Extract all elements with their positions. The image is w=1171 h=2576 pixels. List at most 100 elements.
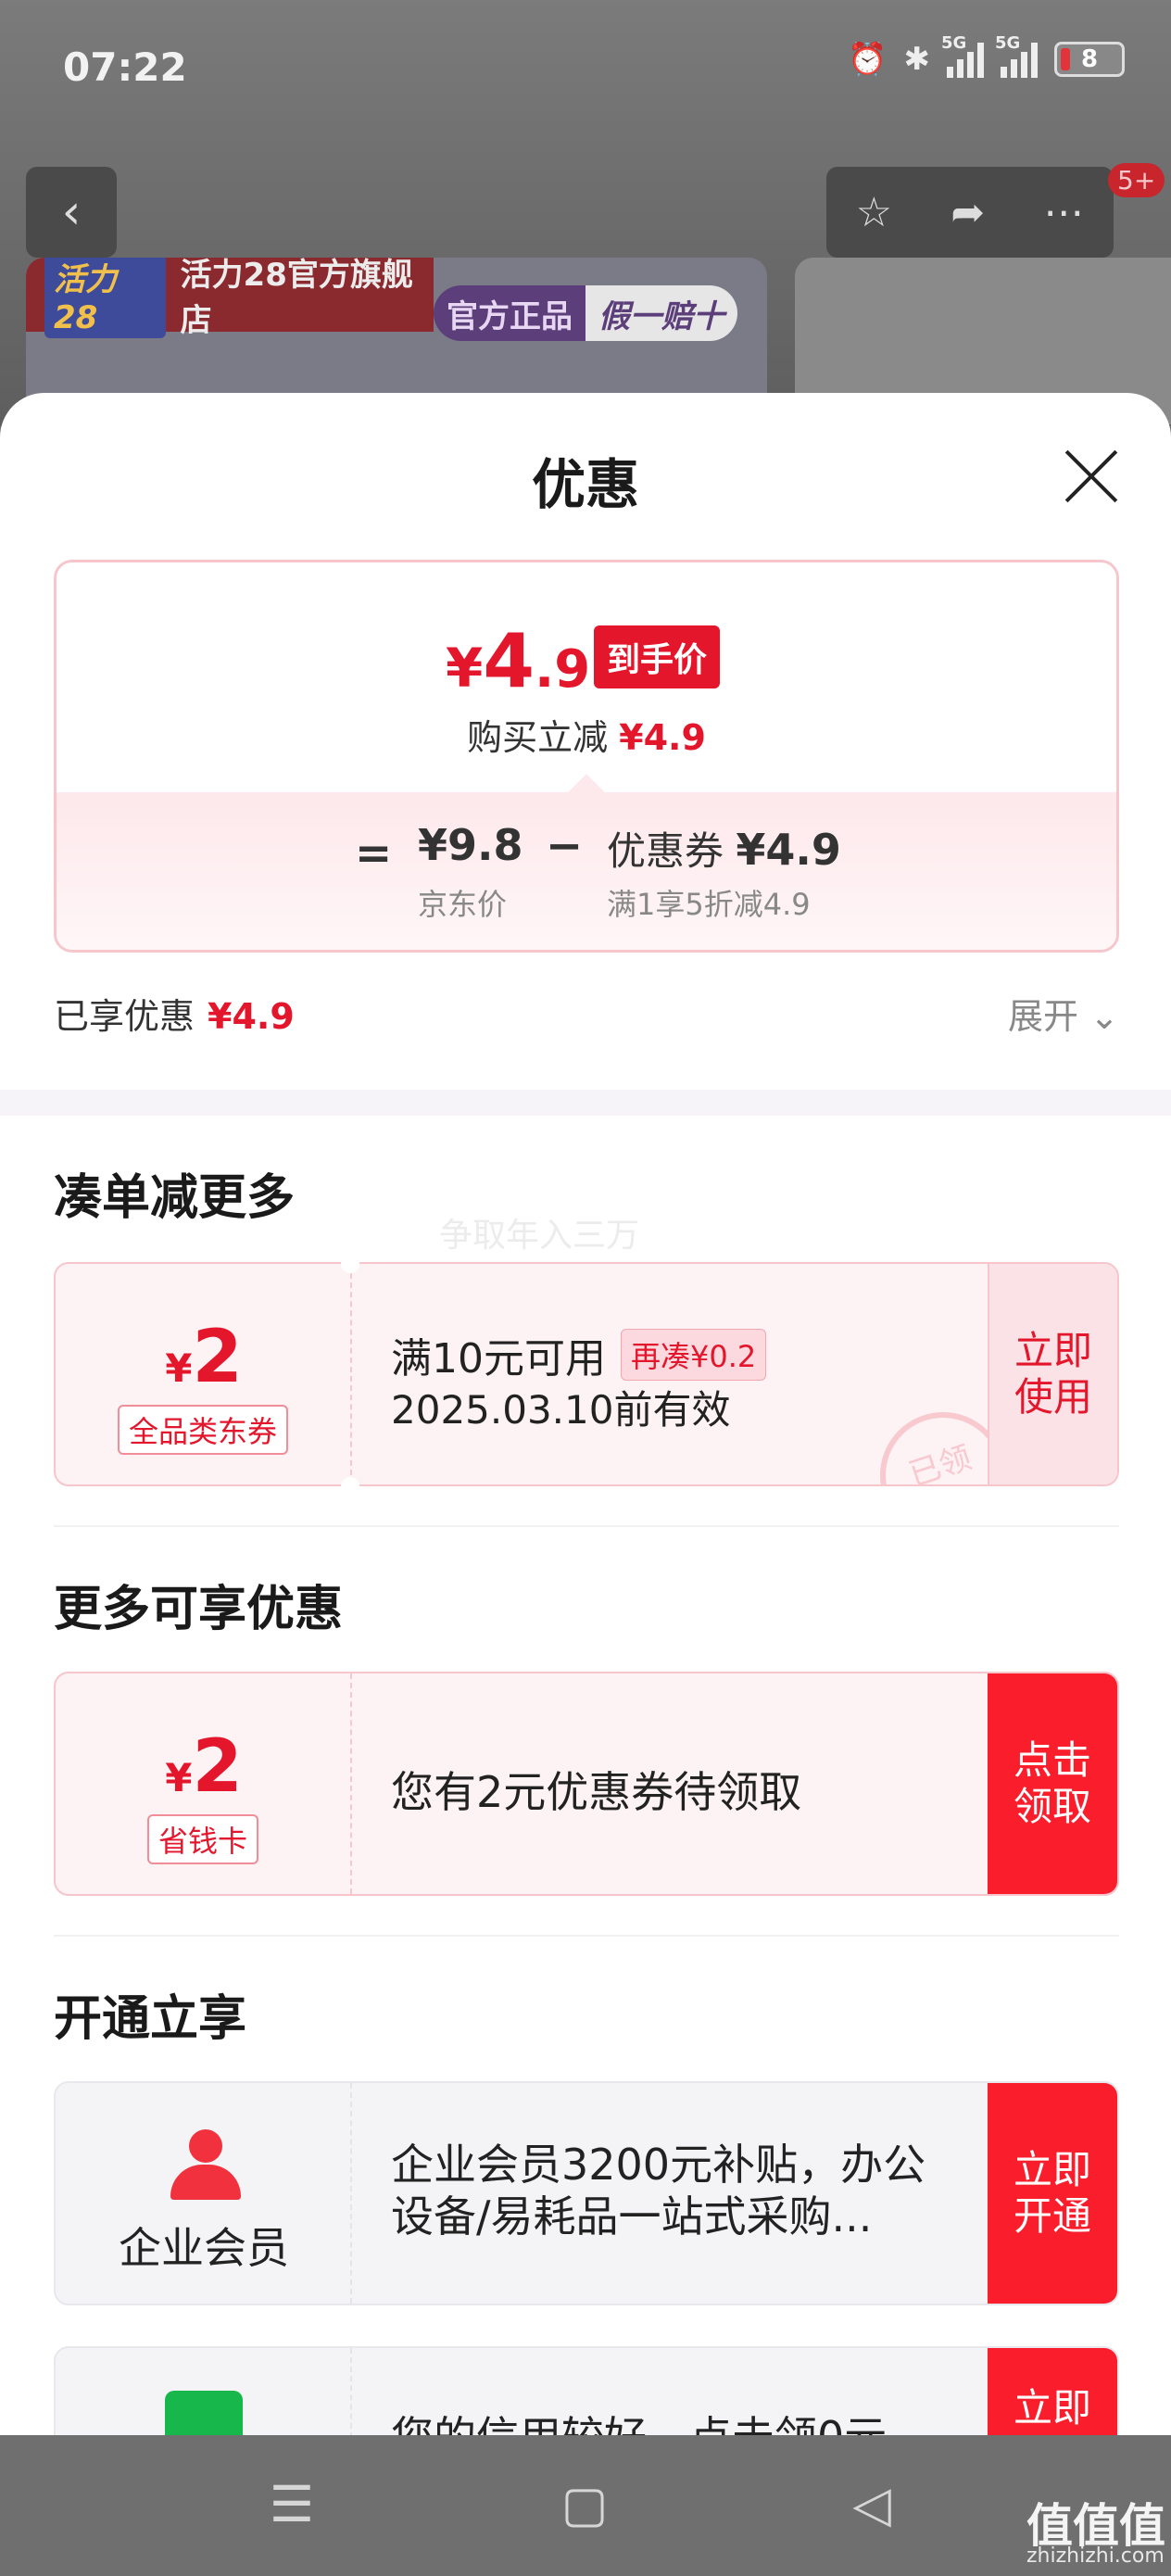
product-actions: ☆ ➦ ⋯ — [826, 167, 1114, 258]
coupon-extra-needed: 再凑¥0.2 — [621, 1329, 767, 1381]
authentic-badge: 官方正品 假一赔十 — [434, 285, 737, 341]
final-price-tag: 到手价 — [594, 625, 721, 688]
expand-label: 展开 — [1008, 996, 1079, 1037]
open-button-line2: 开通 — [1013, 2193, 1091, 2239]
shopping-bag-icon — [165, 2391, 243, 2435]
price-decimal: .9 — [535, 639, 591, 700]
use-button-line2: 使用 — [1014, 1374, 1092, 1420]
coupon-notch — [341, 1255, 359, 1273]
star-icon[interactable]: ☆ — [856, 189, 892, 236]
claim-coupon-button[interactable]: 点击 领取 — [988, 1673, 1117, 1894]
credit-icon-panel — [56, 2348, 352, 2435]
status-time: 07:22 — [63, 44, 187, 90]
menu-icon[interactable]: ☰ — [259, 2472, 324, 2537]
status-bar: 07:22 ⏰ ✱ 5G 5G 8 — [0, 0, 1171, 139]
claim-button-line1: 点击 — [1013, 1737, 1091, 1783]
coupon-currency: ¥ — [165, 1755, 193, 1800]
use-coupon-button[interactable]: 立即 使用 — [988, 1264, 1117, 1484]
credit-button-line1: 立即 — [1013, 2385, 1091, 2431]
section-title-open: 开通立享 — [54, 1991, 247, 2047]
coupon-notch — [341, 1477, 359, 1496]
coupon-condition-row: 满10元可用 再凑¥0.2 — [391, 1325, 767, 1384]
coupon-amount-value: 2 — [192, 1725, 243, 1809]
member-icon-panel: 企业会员 — [56, 2083, 352, 2304]
coupon-deduction-label: 优惠券 — [607, 828, 724, 874]
section-title-more-order: 凑单减更多 — [54, 1170, 296, 1226]
signal-5g-icon: 5G — [995, 33, 1038, 78]
coupon-type-tag: 省钱卡 — [146, 1814, 259, 1864]
section-separator — [0, 1090, 1171, 1116]
store-name: 活力28官方旗舰店 — [180, 258, 413, 339]
jd-price: ¥9.8 — [418, 820, 523, 870]
coupon-currency: ¥ — [165, 1345, 193, 1391]
credit-action-button[interactable]: 立即 — [988, 2348, 1117, 2435]
enjoyed-value: ¥4.9 — [208, 996, 295, 1037]
guarantee-label: 假一赔十 — [586, 285, 737, 341]
chevron-down-icon: ⌄ — [1089, 996, 1119, 1037]
coupon-card-savings: ¥2 省钱卡 您有2元优惠券待领取 点击 领取 — [54, 1672, 1119, 1896]
share-icon[interactable]: ➦ — [951, 189, 985, 236]
message-badge: 5+ — [1108, 163, 1165, 197]
coupon-condition: 满10元可用 — [391, 1335, 606, 1383]
jd-price-label: 京东价 — [418, 887, 508, 922]
home-icon[interactable]: ▢ — [552, 2472, 617, 2537]
credit-card-offer: 您的信用较好，点击领0元 立即 — [54, 2346, 1119, 2435]
instant-discount: 购买立减 ¥4.9 — [57, 709, 1116, 760]
authentic-label: 官方正品 — [434, 285, 586, 341]
divider — [54, 1935, 1119, 1937]
price-breakdown: ¥ 4 .9 到手价 购买立减 ¥4.9 = ¥9.8 京东价 − 优惠券 ¥4… — [54, 560, 1119, 953]
open-member-button[interactable]: 立即 开通 — [988, 2083, 1117, 2304]
more-icon[interactable]: ⋯ — [1043, 189, 1084, 236]
price-formula: = ¥9.8 京东价 − 优惠券 ¥4.9 满1享5折减4.9 — [57, 792, 1116, 950]
final-price: ¥ 4 .9 — [446, 618, 590, 704]
member-description: 企业会员3200元补贴，办公设备/易耗品一站式采购... — [391, 2140, 926, 2241]
coupon-value-panel: ¥2 全品类东券 — [56, 1264, 352, 1484]
enterprise-member-card: 企业会员 企业会员3200元补贴，办公设备/易耗品一站式采购... 立即 开通 — [54, 2081, 1119, 2305]
faint-watermark-text: 争取年入三万 — [439, 1217, 640, 1255]
signal-5g-icon: 5G — [941, 33, 984, 78]
coupon-amount: ¥2 — [56, 1316, 352, 1399]
claim-button-line2: 领取 — [1013, 1784, 1091, 1829]
coupon-deduction: 优惠券 ¥4.9 — [607, 820, 841, 877]
store-banner: 活力28 活力28官方旗舰店 — [26, 258, 434, 339]
coupon-validity: 2025.03.10前有效 — [391, 1387, 731, 1433]
expand-button[interactable]: 展开 ⌄ — [1008, 988, 1119, 1039]
instant-discount-label: 购买立减 — [467, 717, 609, 758]
section-title-more-offers: 更多可享优惠 — [54, 1582, 344, 1637]
enjoyed-discount: 已享优惠 ¥4.9 — [54, 988, 295, 1039]
coupon-type-tag: 全品类东券 — [117, 1405, 289, 1455]
brand-url: zhizhizhi.com — [1026, 2544, 1165, 2568]
instant-discount-value: ¥4.9 — [619, 717, 706, 758]
divider — [54, 1525, 1119, 1527]
status-icons: ⏰ ✱ 5G 5G 8 — [848, 33, 1125, 78]
enjoyed-label: 已享优惠 — [54, 996, 195, 1037]
back-button[interactable]: ‹ — [26, 167, 117, 258]
equals-sign: = — [355, 827, 393, 879]
open-button-line1: 立即 — [1013, 2147, 1091, 2192]
final-price-section: ¥ 4 .9 到手价 购买立减 ¥4.9 — [57, 562, 1116, 794]
discount-sheet: 优惠 ¥ 4 .9 到手价 购买立减 ¥4.9 = ¥9.8 京东价 − 优惠券… — [0, 393, 1171, 2435]
chevron-left-icon: ‹ — [61, 184, 82, 240]
coupon-deduction-value: ¥4.9 — [736, 825, 841, 875]
close-icon[interactable] — [1062, 447, 1121, 506]
sheet-title: 优惠 — [531, 453, 639, 516]
coupon-amount-value: 2 — [192, 1316, 243, 1399]
price-currency: ¥ — [446, 637, 484, 700]
coupon-value-panel: ¥2 省钱卡 — [56, 1673, 352, 1894]
coupon-description: 您有2元优惠券待领取 — [391, 1767, 802, 1817]
bluetooth-icon: ✱ — [903, 41, 931, 78]
coupon-card-store: ¥2 全品类东券 满10元可用 再凑¥0.2 2025.03.10前有效 已领 … — [54, 1262, 1119, 1486]
credit-description: 您的信用较好，点击领0元 — [391, 2404, 887, 2435]
battery-icon: 8 — [1054, 42, 1125, 77]
store-logo: 活力28 — [44, 258, 166, 338]
back-triangle-icon[interactable]: ◁ — [839, 2472, 904, 2537]
minus-sign: − — [546, 820, 584, 872]
member-label: 企业会员 — [119, 2223, 289, 2273]
user-icon — [167, 2129, 245, 2200]
coupon-rule: 满1享5折减4.9 — [607, 887, 811, 922]
price-integer: 4 — [483, 618, 535, 704]
system-nav-bar: ☰ ▢ ◁ — [0, 2435, 1171, 2576]
alarm-icon: ⏰ — [848, 41, 888, 78]
coupon-amount: ¥2 — [56, 1725, 352, 1809]
use-button-line1: 立即 — [1014, 1328, 1092, 1373]
